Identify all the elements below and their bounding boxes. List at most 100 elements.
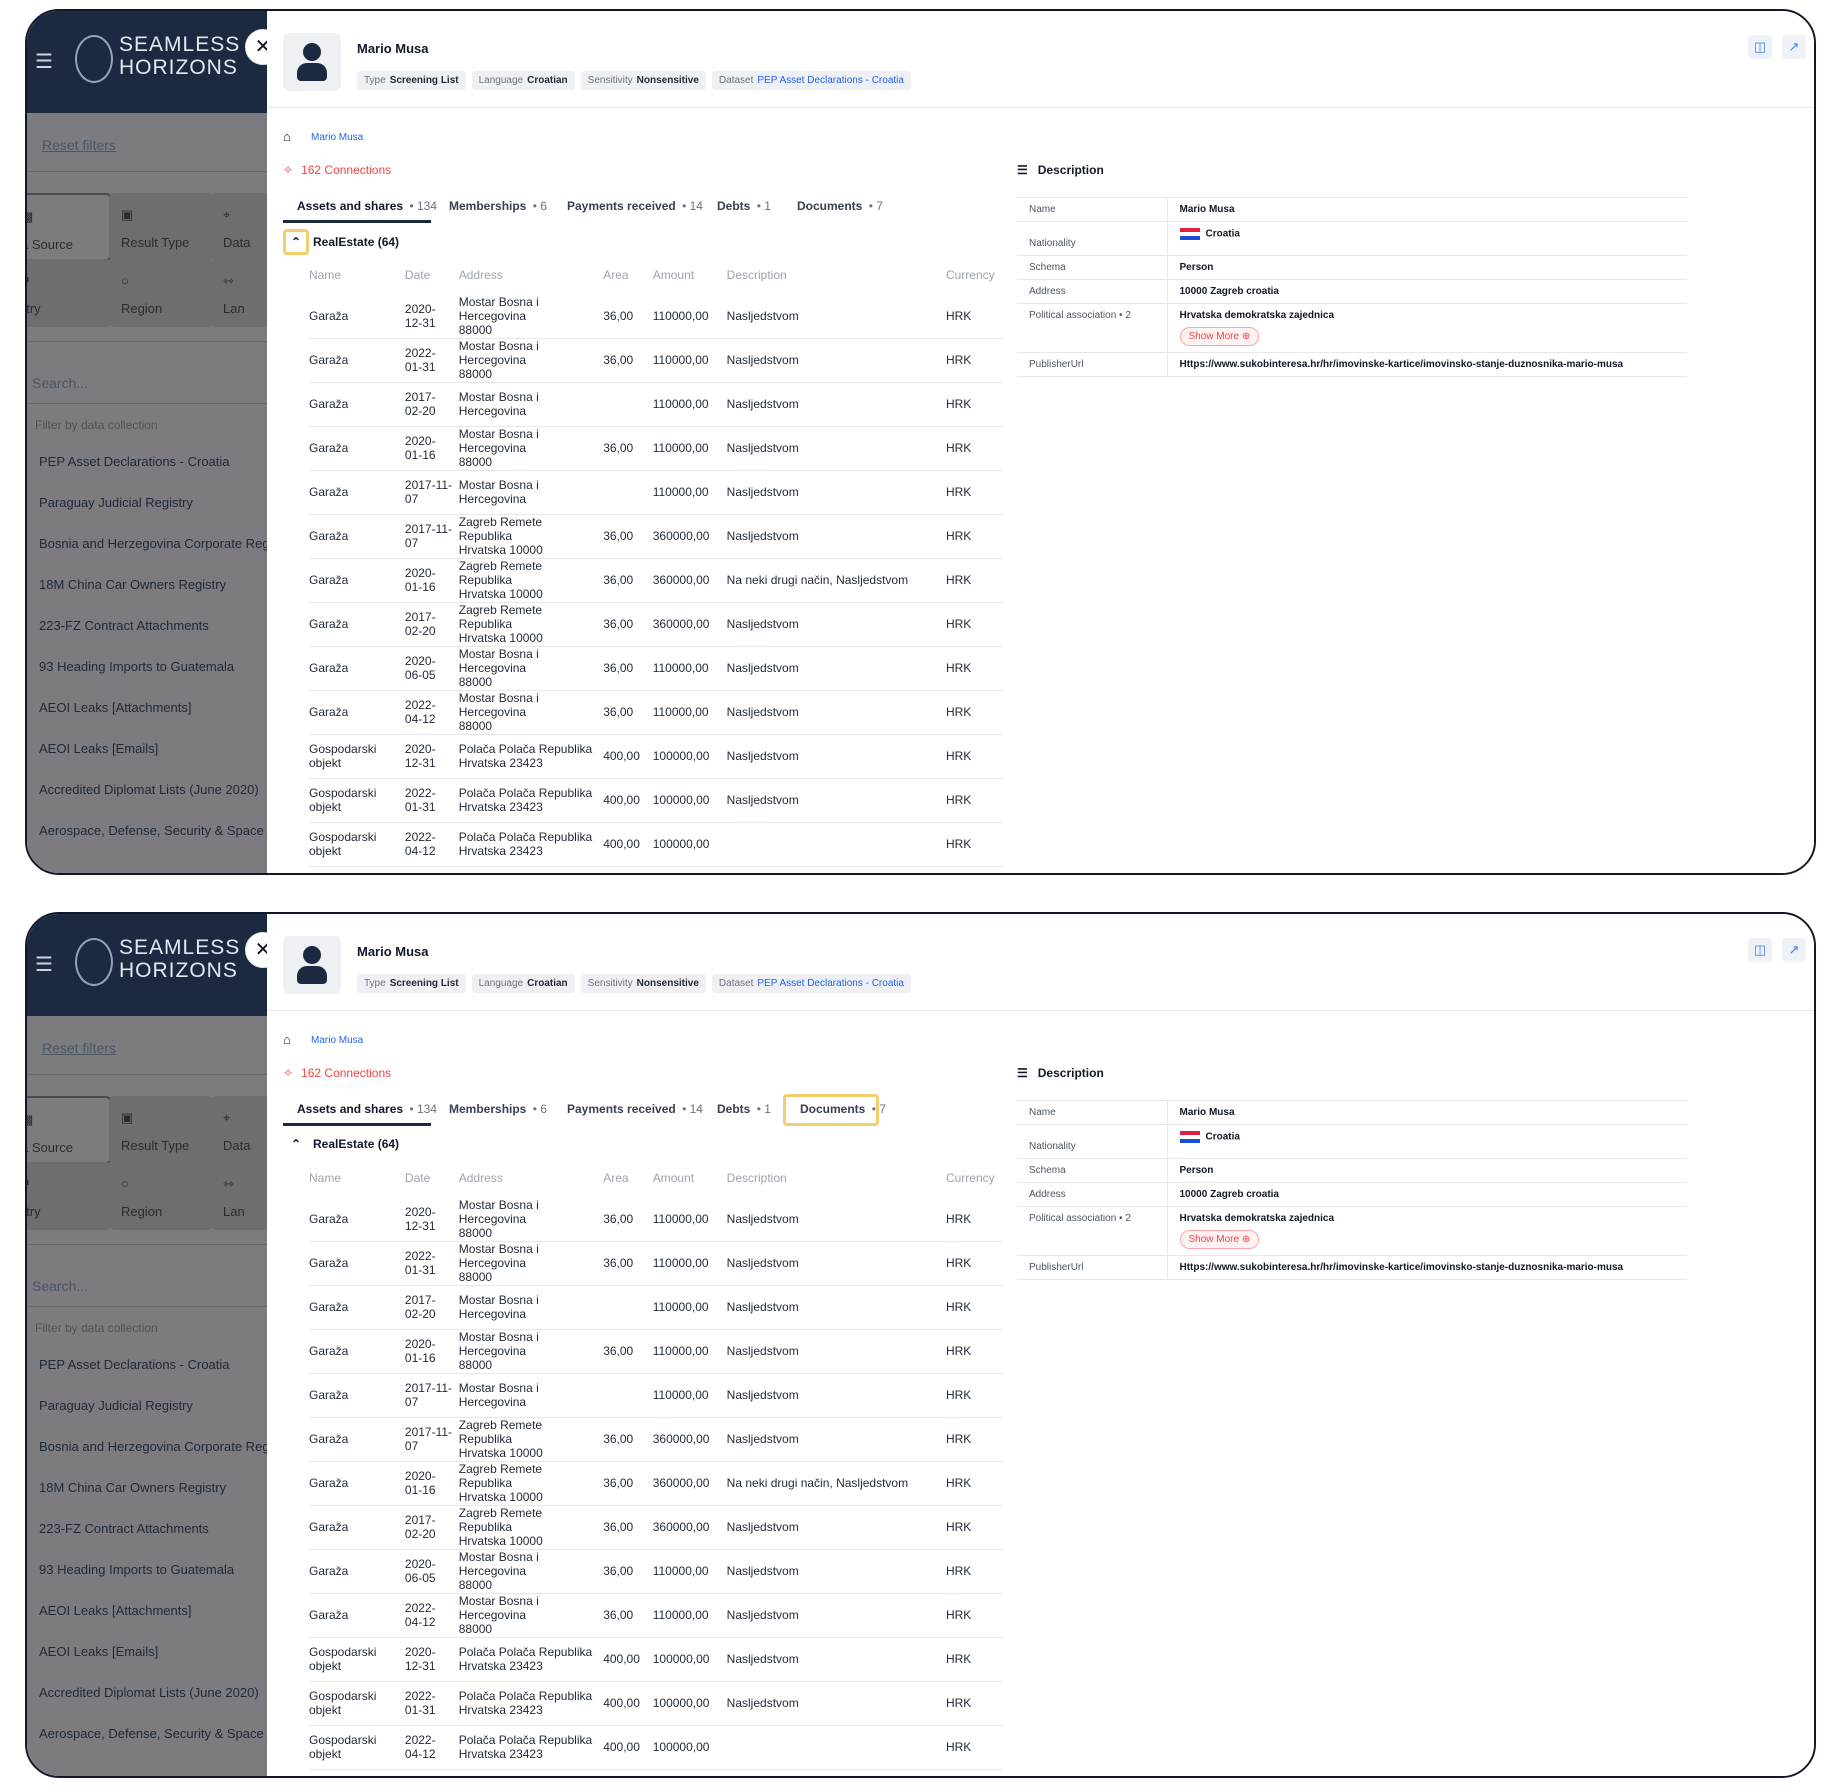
publisher-url[interactable]: Https://www.sukobinteresa.hr/hr/imovinsk… (1167, 352, 1687, 377)
column-header[interactable]: Currency (946, 256, 1003, 294)
publisher-url[interactable]: Https://www.sukobinteresa.hr/hr/imovinsk… (1167, 1255, 1687, 1280)
filter-tile[interactable]: ▩ a Source (27, 1096, 112, 1164)
open-external-icon[interactable]: ↗ (1782, 35, 1806, 59)
collection-filter-input[interactable]: Filter by data collection (35, 1321, 158, 1335)
collection-item[interactable]: 18M China Car Owners Registry (39, 1480, 226, 1495)
filter-tile[interactable]: ▣ Result Type (109, 193, 214, 261)
table-row[interactable]: Garaža 2022- 01-31 Mostar Bosna i Hercegov… (309, 1241, 1003, 1286)
collection-item[interactable]: 223-FZ Contract Attachments (39, 1521, 209, 1536)
table-row[interactable]: Garaža 2020- 01-16 Zagreb Remete Republika… (309, 1461, 1003, 1506)
search-input[interactable]: Search... (32, 375, 88, 391)
column-header[interactable]: Address (459, 256, 603, 294)
menu-icon[interactable]: ☰ (35, 952, 53, 977)
table-row[interactable]: Garaža 2020- 06-05 Mostar Bosna i Hercegov… (309, 1549, 1003, 1594)
split-view-icon[interactable]: ◫ (1748, 35, 1772, 59)
column-header[interactable]: Date (405, 256, 459, 294)
collection-item[interactable]: AEOI Leaks [Emails] (39, 1644, 158, 1659)
section-header[interactable]: ⌃ RealEstate (64) (283, 1132, 399, 1158)
column-header[interactable]: Area (603, 1159, 653, 1197)
collection-item[interactable]: Aerospace, Defense, Security & Space A (39, 1726, 275, 1741)
column-header[interactable]: Name (309, 256, 405, 294)
column-header[interactable]: Area (603, 256, 653, 294)
table-row[interactable]: Garaža 2017- 02-20 Mostar Bosna i Hercegov… (309, 1285, 1003, 1330)
tab-assets-and-shares[interactable]: Assets and shares • 134 (283, 1094, 437, 1126)
collection-item[interactable]: Bosnia and Herzegovina Corporate Regi (39, 536, 272, 551)
table-row[interactable]: Gospodarski objekt 2020- 12-31 Polača Pola… (309, 734, 1003, 779)
open-external-icon[interactable]: ↗ (1782, 938, 1806, 962)
collection-item[interactable]: AEOI Leaks [Attachments] (39, 1603, 191, 1618)
split-view-icon[interactable]: ◫ (1748, 938, 1772, 962)
breadcrumb[interactable]: Mario Musa (311, 132, 363, 143)
table-row[interactable]: Garaža 2017-11- 07 Zagreb Remete Republika… (309, 1417, 1003, 1462)
column-header[interactable]: Amount (653, 1159, 727, 1197)
menu-icon[interactable]: ☰ (35, 49, 53, 74)
collection-item[interactable]: Accredited Diplomat Lists (June 2020) (39, 782, 259, 797)
column-header[interactable]: Name (309, 1159, 405, 1197)
collection-item[interactable]: AEOI Leaks [Attachments] (39, 700, 191, 715)
filter-tile[interactable]: ▣ Result Type (109, 1096, 214, 1164)
table-row[interactable]: Garaža 2022- 04-12 Mostar Bosna i Hercegov… (309, 1593, 1003, 1638)
tab-debts[interactable]: Debts • 1 (703, 191, 775, 223)
collection-item[interactable]: 223-FZ Contract Attachments (39, 618, 209, 633)
collection-item[interactable]: Bosnia and Herzegovina Corporate Regi (39, 1439, 272, 1454)
table-row[interactable]: Garaža 2020- 01-16 Zagreb Remete Republika… (309, 558, 1003, 603)
connections-link[interactable]: ✧ 162 Connections (283, 163, 391, 177)
reset-filters-link[interactable]: Reset filters (42, 137, 116, 153)
section-header[interactable]: ⌃ RealEstate (64) (283, 229, 399, 255)
filter-tile[interactable]: ○ Region (109, 259, 214, 327)
collection-item[interactable]: Aerospace, Defense, Security & Space A (39, 823, 275, 838)
column-header[interactable]: Description (727, 1159, 946, 1197)
table-row[interactable]: Garaža 2017-11- 07 Zagreb Remete Republika… (309, 514, 1003, 559)
show-more-button[interactable]: Show More ⊕ (1179, 1230, 1260, 1249)
table-row[interactable]: Garaža 2020- 06-05 Mostar Bosna i Hercegov… (309, 646, 1003, 691)
collection-item[interactable]: Paraguay Judicial Registry (39, 495, 193, 510)
collection-item[interactable]: PEP Asset Declarations - Croatia (39, 454, 230, 469)
tab-payments-received[interactable]: Payments received • 14 (553, 1094, 703, 1126)
collection-item[interactable]: Accredited Diplomat Lists (June 2020) (39, 1685, 259, 1700)
search-input[interactable]: Search... (32, 1278, 88, 1294)
column-header[interactable]: Description (727, 256, 946, 294)
column-header[interactable]: Amount (653, 256, 727, 294)
tab-debts[interactable]: Debts • 1 (703, 1094, 775, 1126)
connections-link[interactable]: ✧ 162 Connections (283, 1066, 391, 1080)
tab-payments-received[interactable]: Payments received • 14 (553, 191, 703, 223)
column-header[interactable]: Address (459, 1159, 603, 1197)
column-header[interactable]: Currency (946, 1159, 1003, 1197)
filter-tile[interactable]: ▩ a Source (27, 193, 112, 261)
chevron-up-icon[interactable]: ⌃ (283, 229, 309, 255)
table-row[interactable]: Garaža 2022- 04-12 Mostar Bosna i Hercegov… (309, 690, 1003, 735)
meta-chip[interactable]: Dataset PEP Asset Declarations - Croatia (711, 71, 911, 90)
table-row[interactable]: Garaža 2020- 12-31 Mostar Bosna i Hercegov… (309, 294, 1003, 339)
table-row[interactable]: Garaža 2017- 02-20 Mostar Bosna i Hercegov… (309, 382, 1003, 427)
table-row[interactable]: Garaža 2020- 01-16 Mostar Bosna i Hercegov… (309, 426, 1003, 471)
table-row[interactable]: Garaža 2022- 01-31 Mostar Bosna i Hercegov… (309, 338, 1003, 383)
table-row[interactable]: Garaža 2020- 12-31 Mostar Bosna i Hercegov… (309, 1197, 1003, 1242)
table-row[interactable]: Garaža 2017-11- 07 Mostar Bosna i Hercegov… (309, 470, 1003, 515)
collection-item[interactable]: 93 Heading Imports to Guatemala (39, 659, 234, 674)
home-icon[interactable]: ⌂ (283, 1032, 291, 1047)
collection-item[interactable]: PEP Asset Declarations - Croatia (39, 1357, 230, 1372)
collection-item[interactable]: Paraguay Judicial Registry (39, 1398, 193, 1413)
collection-item[interactable]: 93 Heading Imports to Guatemala (39, 1562, 234, 1577)
table-row[interactable]: Gospodarski objekt 2022- 01-31 Polača Pola… (309, 778, 1003, 823)
tab-memberships[interactable]: Memberships • 6 (435, 191, 547, 223)
home-icon[interactable]: ⌂ (283, 129, 291, 144)
chevron-up-icon[interactable]: ⌃ (283, 1132, 309, 1158)
tab-memberships[interactable]: Memberships • 6 (435, 1094, 547, 1126)
reset-filters-link[interactable]: Reset filters (42, 1040, 116, 1056)
table-row[interactable]: Garaža 2017- 02-20 Zagreb Remete Republika… (309, 1505, 1003, 1550)
tab-documents[interactable]: Documents • 7 (783, 191, 883, 223)
meta-chip[interactable]: Dataset PEP Asset Declarations - Croatia (711, 974, 911, 993)
filter-tile[interactable]: ⚑ ntry (27, 1162, 112, 1230)
tab-assets-and-shares[interactable]: Assets and shares • 134 (283, 191, 437, 223)
tab-documents[interactable]: Documents • 7 (783, 1094, 886, 1126)
table-row[interactable]: Gospodarski objekt 2022- 04-12 Polača Pola… (309, 1725, 1003, 1770)
table-row[interactable]: Gospodarski objekt 2020- 12-31 Polača Pola… (309, 1637, 1003, 1682)
collection-item[interactable]: 18M China Car Owners Registry (39, 577, 226, 592)
column-header[interactable]: Date (405, 1159, 459, 1197)
table-row[interactable]: Garaža 2020- 01-16 Mostar Bosna i Hercegov… (309, 1329, 1003, 1374)
breadcrumb[interactable]: Mario Musa (311, 1035, 363, 1046)
table-row[interactable]: Gospodarski objekt 2022- 04-12 Polača Pola… (309, 822, 1003, 867)
collection-filter-input[interactable]: Filter by data collection (35, 418, 158, 432)
show-more-button[interactable]: Show More ⊕ (1179, 327, 1260, 346)
